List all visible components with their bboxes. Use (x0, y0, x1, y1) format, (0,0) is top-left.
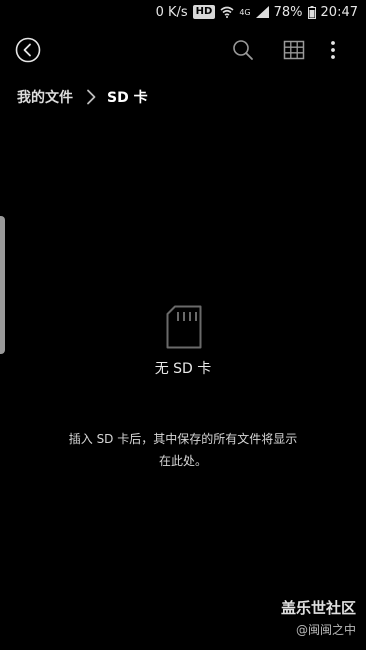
grid-view-icon[interactable] (282, 38, 306, 62)
empty-state-message: 插入 SD 卡后，其中保存的所有文件将显示在此处。 (68, 432, 298, 468)
network-type: 4G (239, 7, 251, 17)
network-speed: 0 K/s (155, 4, 188, 20)
clock: 20:47 (320, 4, 358, 20)
hd-badge: HD (192, 5, 216, 19)
battery-icon (307, 5, 316, 19)
more-vertical-icon[interactable] (321, 38, 345, 62)
battery-level: 78% (273, 4, 303, 20)
breadcrumb-home[interactable]: 我的文件 (17, 87, 73, 107)
chevron-right-icon (87, 89, 96, 105)
toolbar (0, 30, 366, 70)
watermark: 盖乐世社区 @闽闽之中 (281, 597, 356, 638)
empty-state-title: 无 SD 卡 (154, 361, 212, 377)
signal-icon (255, 6, 269, 18)
status-bar: 0 K/s HD 4G 78% 20:47 (0, 0, 366, 24)
edge-panel-handle[interactable] (0, 216, 5, 354)
sd-card-icon (166, 305, 202, 349)
breadcrumb-current: SD 卡 (107, 90, 148, 106)
watermark-brand: 盖乐世社区 (280, 599, 356, 617)
search-icon[interactable] (231, 38, 255, 62)
wifi-icon (220, 6, 234, 18)
back-circle-icon[interactable] (15, 37, 41, 63)
breadcrumb: 我的文件 SD 卡 (17, 86, 148, 108)
watermark-user: @闽闽之中 (295, 623, 356, 637)
